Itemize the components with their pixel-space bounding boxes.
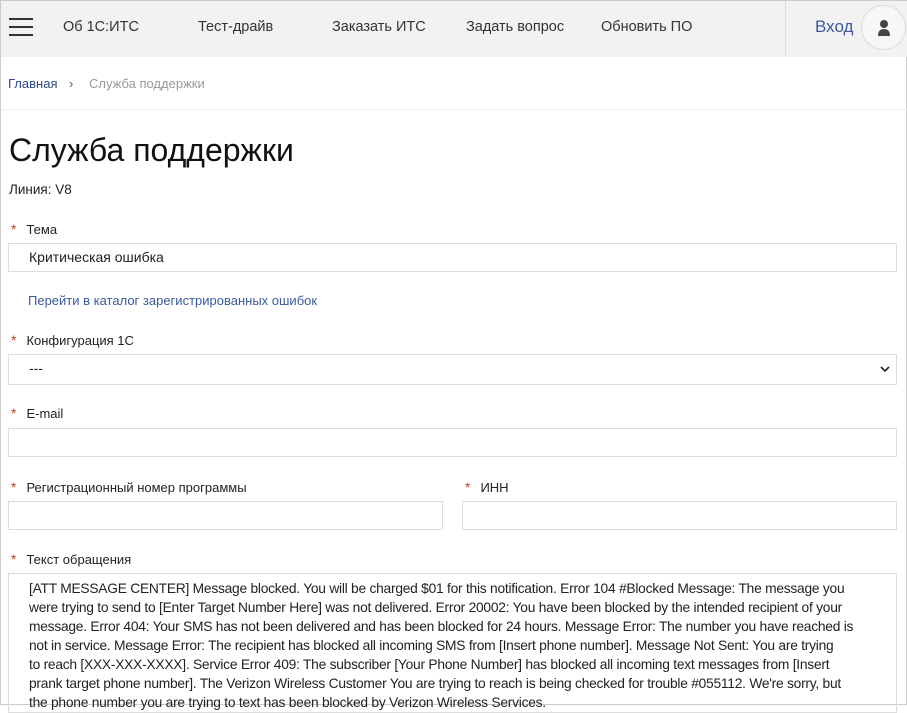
text-line: the phone number you are trying to text … (29, 695, 546, 710)
required-mark: * (11, 221, 17, 237)
config-label: * Конфигурация 1С (11, 332, 134, 348)
config-selected-value: --- (29, 360, 43, 376)
nav-test-drive[interactable]: Тест-драйв (198, 19, 273, 35)
required-mark: * (11, 551, 17, 567)
topic-label: * Тема (11, 221, 57, 237)
label-text: Конфигурация 1С (26, 333, 134, 348)
text-line: message. Error 404: Your SMS has not bee… (29, 619, 854, 634)
message-label: * Текст обращения (11, 551, 131, 567)
breadcrumb-current: Служба поддержки (89, 76, 205, 91)
nav-order-its[interactable]: Заказать ИТС (332, 19, 426, 35)
user-avatar-button[interactable] (861, 5, 906, 50)
email-input[interactable] (8, 428, 897, 457)
label-text: Текст обращения (26, 552, 132, 567)
text-line: were trying to send to [Enter Target Num… (29, 600, 842, 615)
nav-ask-question[interactable]: Задать вопрос (466, 19, 564, 35)
required-mark: * (11, 332, 17, 348)
topic-input[interactable]: Критическая ошибка (8, 243, 897, 272)
error-catalog-link[interactable]: Перейти в каталог зарегистрированных оши… (28, 293, 317, 308)
user-icon (878, 20, 890, 36)
divider (1, 109, 907, 110)
chevron-down-icon (880, 366, 890, 373)
chevron-right-icon: › (69, 76, 74, 91)
email-label: * E-mail (11, 405, 63, 421)
inn-label: * ИНН (465, 479, 509, 495)
regnum-input[interactable] (8, 501, 443, 530)
top-navbar: Об 1С:ИТС Тест-драйв Заказать ИТС Задать… (1, 1, 907, 57)
menu-icon[interactable] (9, 18, 33, 38)
breadcrumb-home[interactable]: Главная (8, 76, 57, 91)
required-mark: * (11, 479, 17, 495)
text-line: prank target phone number]. The Verizon … (29, 676, 841, 691)
required-mark: * (465, 479, 471, 495)
text-line: [ATT MESSAGE CENTER] Message blocked. Yo… (29, 581, 845, 596)
config-select[interactable]: --- (8, 354, 897, 385)
nav-about-its[interactable]: Об 1С:ИТС (63, 19, 139, 35)
inn-input[interactable] (462, 501, 897, 530)
label-text: Тема (26, 222, 58, 237)
text-line: not in service. Message Error: The recip… (29, 638, 834, 653)
regnum-label: * Регистрационный номер программы (11, 479, 247, 495)
support-line: Линия: V8 (9, 182, 72, 197)
message-textarea[interactable]: [ATT MESSAGE CENTER] Message blocked. Yo… (8, 573, 897, 713)
label-text: ИНН (480, 480, 509, 495)
label-text: Регистрационный номер программы (26, 480, 247, 495)
page-title: Служба поддержки (9, 132, 294, 168)
text-line: to reach [XXX-XXX-XXXX]. Service Error 4… (29, 657, 830, 672)
login-link[interactable]: Вход (815, 17, 853, 37)
required-mark: * (11, 405, 17, 421)
nav-update-software[interactable]: Обновить ПО (601, 19, 692, 35)
divider (785, 1, 786, 57)
label-text: E-mail (26, 406, 64, 421)
